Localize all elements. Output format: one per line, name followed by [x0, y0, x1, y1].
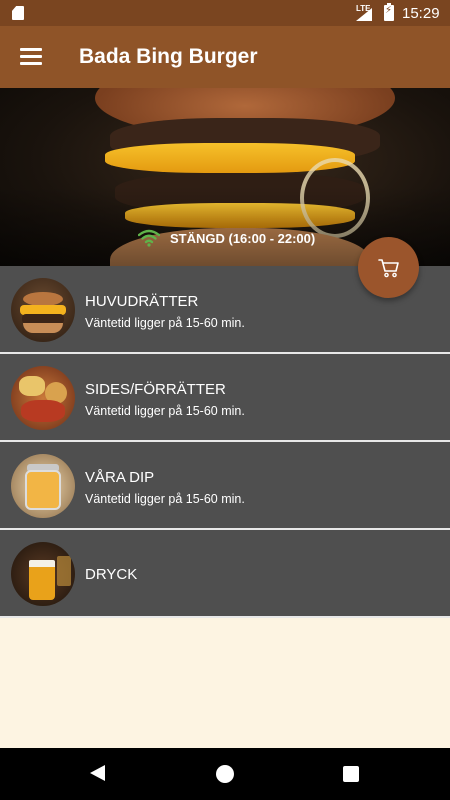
- cart-button[interactable]: [358, 237, 419, 298]
- menu-category-list: HUVUDRÄTTER Väntetid ligger på 15-60 min…: [0, 266, 450, 618]
- category-title: SIDES/FÖRRÄTTER: [85, 381, 226, 398]
- category-title: DRYCK: [85, 566, 138, 583]
- battery-charging-icon: [384, 3, 394, 21]
- category-wait-time: Väntetid ligger på 15-60 min.: [85, 316, 245, 330]
- category-thumbnail: [11, 454, 75, 518]
- recents-icon[interactable]: [343, 766, 359, 782]
- network-type-label: LTE: [356, 4, 371, 13]
- category-wait-time: Väntetid ligger på 15-60 min.: [85, 404, 245, 418]
- status-bar: LTE 15:29: [0, 0, 450, 26]
- status-clock: 15:29: [402, 5, 440, 22]
- sd-card-icon: [12, 6, 24, 20]
- menu-category-dryck[interactable]: DRYCK: [0, 530, 450, 618]
- category-wait-time: Väntetid ligger på 15-60 min.: [85, 492, 245, 506]
- menu-category-dip[interactable]: VÅRA DIP Väntetid ligger på 15-60 min.: [0, 442, 450, 530]
- opening-status: STÄNGD (16:00 - 22:00): [138, 229, 315, 247]
- system-nav-bar: [0, 748, 450, 800]
- back-icon[interactable]: [90, 765, 105, 781]
- menu-category-sides[interactable]: SIDES/FÖRRÄTTER Väntetid ligger på 15-60…: [0, 354, 450, 442]
- home-icon[interactable]: [216, 765, 234, 783]
- opening-hours-text: STÄNGD (16:00 - 22:00): [170, 230, 316, 246]
- shopping-cart-icon: [377, 258, 399, 277]
- category-title: HUVUDRÄTTER: [85, 293, 199, 310]
- app-title: Bada Bing Burger: [79, 45, 258, 68]
- category-thumbnail: [11, 542, 75, 606]
- category-thumbnail: [11, 278, 75, 342]
- wifi-icon: [138, 229, 160, 247]
- hamburger-menu-icon[interactable]: [20, 48, 42, 65]
- category-thumbnail: [11, 366, 75, 430]
- category-title: VÅRA DIP: [85, 469, 155, 486]
- app-bar: Bada Bing Burger: [0, 26, 450, 88]
